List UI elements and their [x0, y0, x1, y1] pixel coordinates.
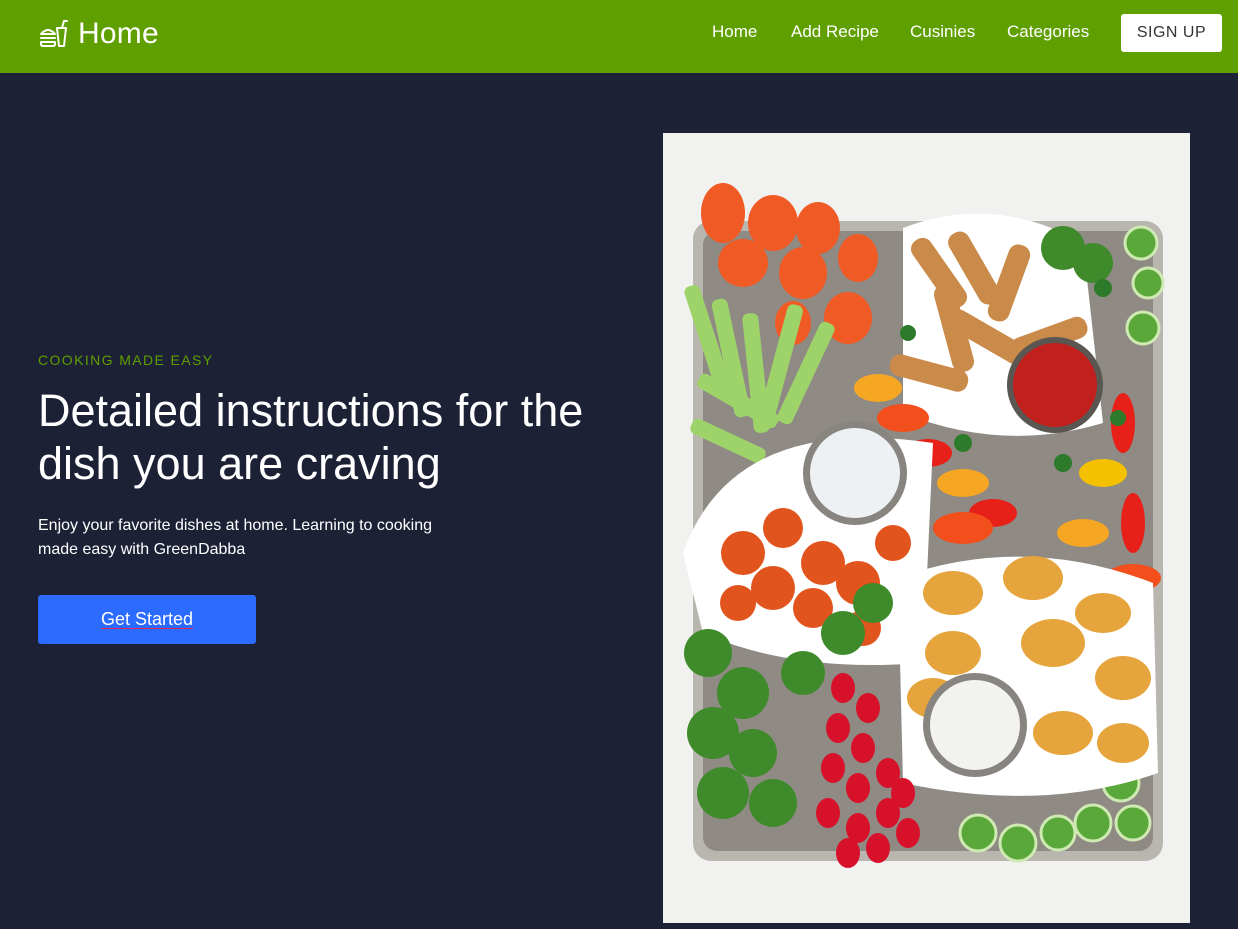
nav-link-home[interactable]: Home [712, 22, 757, 42]
top-navbar: Home Home Add Recipe Cusinies Categories… [0, 0, 1238, 73]
party-platter-photo [663, 133, 1190, 923]
platter-illustration [663, 133, 1190, 923]
signup-button[interactable]: SIGN UP [1121, 14, 1222, 52]
get-started-button[interactable]: Get Started [38, 595, 256, 644]
hero-headline: Detailed instructions for the dish you a… [38, 385, 584, 489]
hero-subtext: Enjoy your favorite dishes at home. Lear… [38, 517, 433, 558]
nav-link-add-recipe[interactable]: Add Recipe [791, 22, 879, 42]
main-nav: Home Add Recipe Cusinies Categories [0, 22, 1238, 46]
hero-eyebrow: COOKING MADE EASY [38, 352, 214, 368]
nav-link-categories[interactable]: Categories [1007, 22, 1089, 42]
nav-link-cuisines[interactable]: Cusinies [910, 22, 975, 42]
